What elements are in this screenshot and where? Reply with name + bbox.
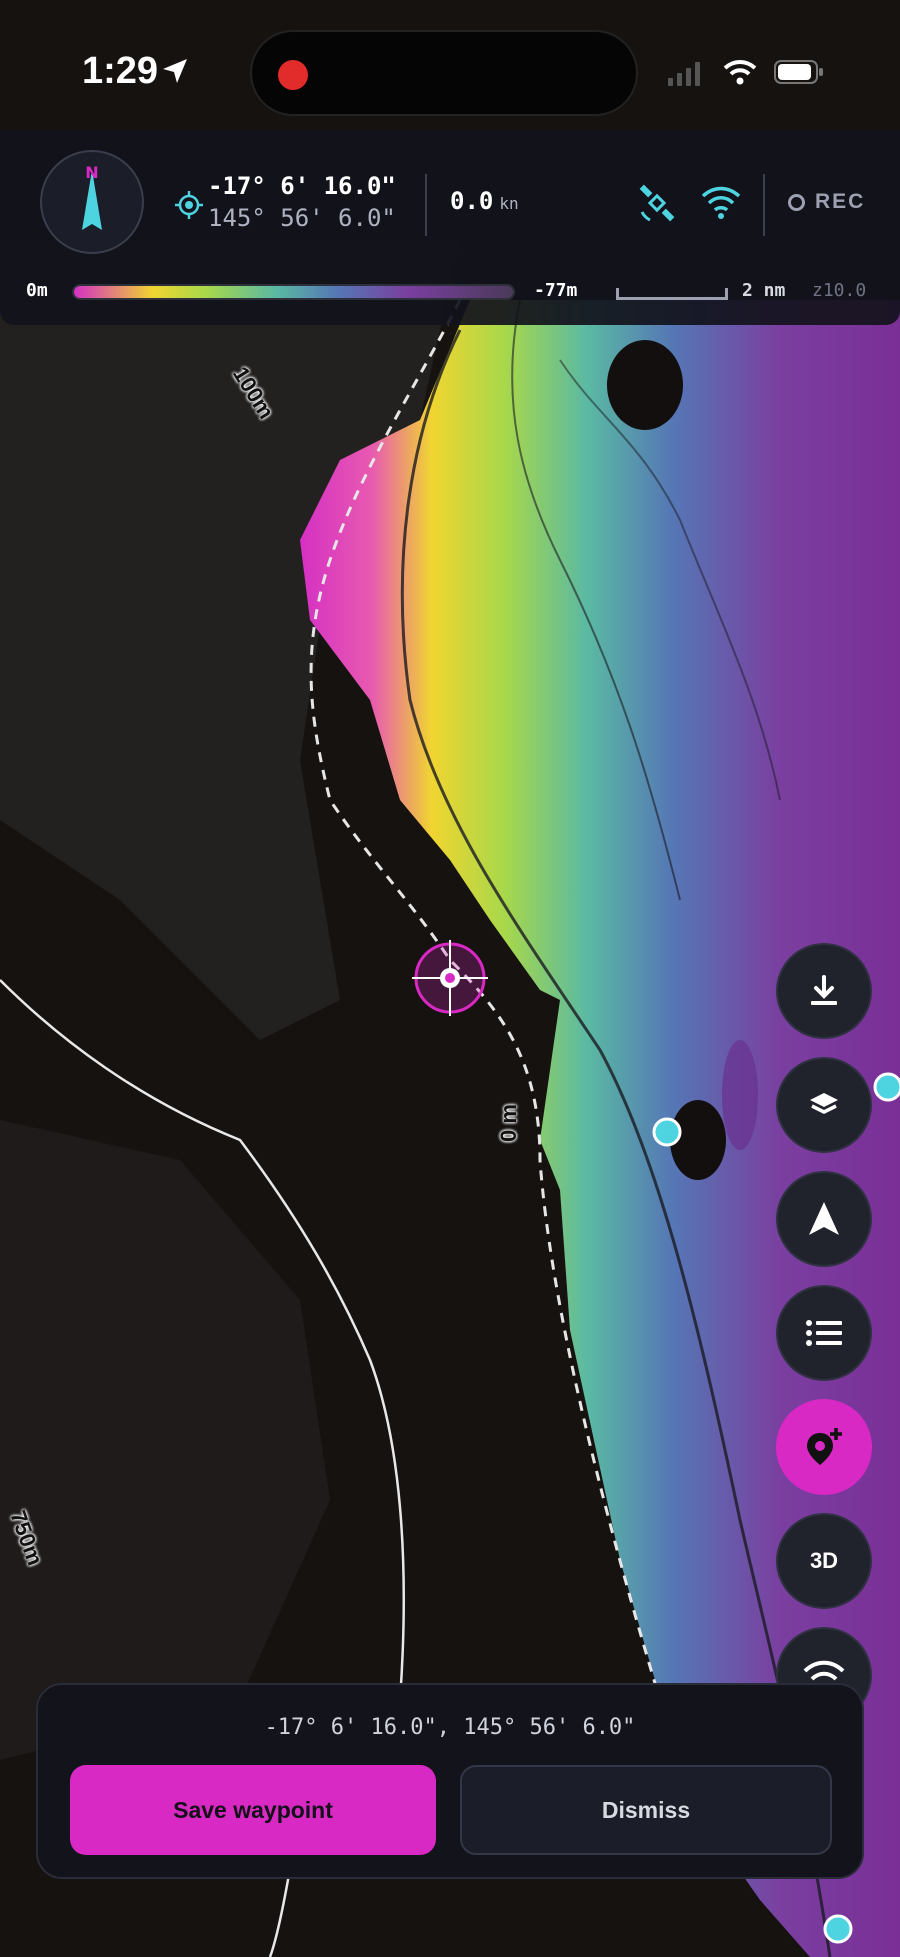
contour-label: 0 m [495,1104,521,1142]
status-bar: 1:29 [0,0,900,140]
battery-icon [774,60,823,84]
record-label: REC [815,190,866,213]
marker-dot [652,1117,682,1147]
navigation-hud: N -17° 6' 16.0" 145° 56' 6.0" 0.0 kn REC … [0,130,900,325]
dismiss-button[interactable]: Dismiss [460,1765,832,1855]
compass-needle-icon: N [82,163,102,230]
list-button[interactable] [776,1285,872,1381]
marker-dot [823,1914,853,1944]
map-scale-bar [616,288,728,300]
coordinates: -17° 6' 16.0" 145° 56' 6.0" [208,170,396,234]
divider [425,174,427,236]
wifi-connection-icon[interactable] [700,184,742,220]
depth-max-label: -77m [534,280,578,301]
3d-label: 3D [809,1548,839,1573]
record-button[interactable]: REC [788,190,865,214]
compass[interactable]: N [40,150,144,254]
marker-dot [873,1072,900,1102]
gps-location-icon [175,191,203,219]
layers-button[interactable] [776,1057,872,1153]
speed-value: 0.0 [450,187,494,215]
speed-unit: kn [499,194,519,213]
record-ring-icon [788,193,805,211]
download-button[interactable] [776,943,872,1039]
layers-icon [810,1093,838,1114]
satellite-icon[interactable] [636,182,678,224]
dynamic-island [250,30,638,116]
navigate-button[interactable] [776,1171,872,1267]
wifi-status-icon [723,60,757,85]
location-arrow-icon [163,59,187,83]
download-icon [811,975,837,1005]
depth-color-scale [72,284,515,300]
add-waypoint-button[interactable] [776,1399,872,1495]
waypoint-sheet: -17° 6' 16.0", 145° 56' 6.0" Save waypoi… [36,1683,864,1879]
sheet-coordinates: -17° 6' 16.0", 145° 56' 6.0" [264,1715,636,1740]
latitude: -17° 6' 16.0" [208,172,396,200]
signal-icon [668,62,700,86]
recording-dot-icon [278,60,308,90]
status-time: 1:29 [82,50,159,92]
navigate-arrow-icon [809,1202,839,1235]
longitude: 145° 56' 6.0" [208,204,396,232]
speed-readout: 0.0 kn [450,187,519,215]
add-waypoint-icon [807,1428,842,1465]
3d-view-button[interactable]: 3D [776,1513,872,1609]
compass-north-label: N [85,163,98,182]
save-waypoint-button[interactable]: Save waypoint [70,1765,436,1855]
list-icon [806,1320,842,1346]
depth-min-label: 0m [26,280,48,301]
zoom-level: z10.0 [812,280,867,301]
map-scale-label: 2 nm [742,280,786,301]
divider [763,174,765,236]
